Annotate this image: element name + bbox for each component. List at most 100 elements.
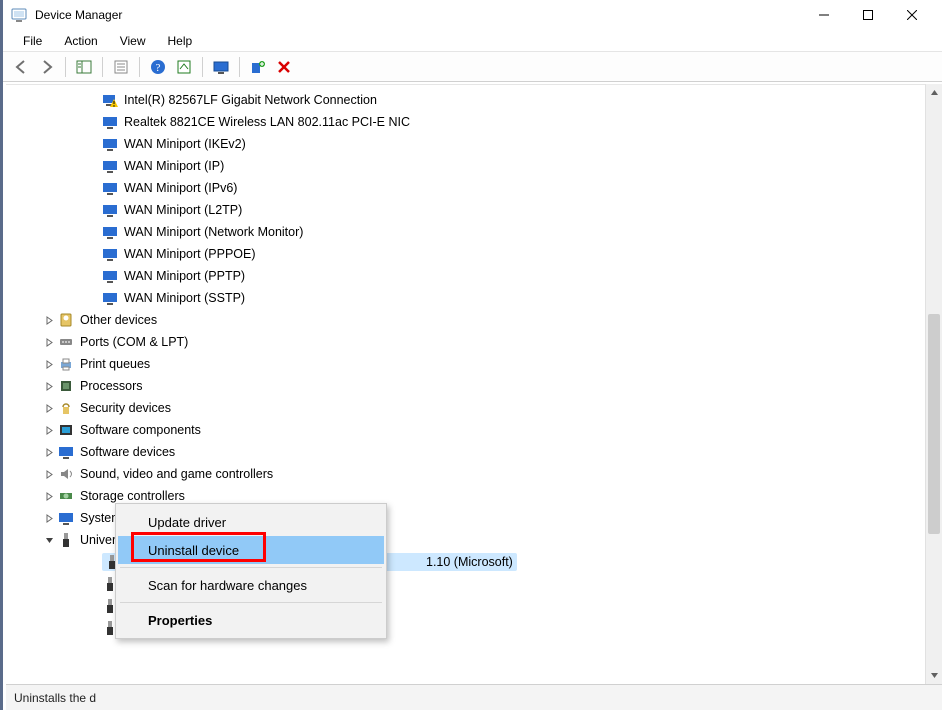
add-legacy-hardware-button[interactable] [246,55,270,79]
status-text: Uninstalls the d [14,691,96,705]
tree-item[interactable]: WAN Miniport (PPPOE) [6,243,942,265]
scrollbar-thumb[interactable] [928,314,940,534]
menu-action[interactable]: Action [54,32,107,50]
collapse-icon[interactable] [42,533,56,547]
tree-item-label: WAN Miniport (IPv6) [124,181,237,195]
network-adapter-icon [102,202,118,218]
tree-category-processors[interactable]: Processors [6,375,942,397]
network-adapter-icon [102,158,118,174]
network-adapter-icon [102,246,118,262]
tree-category-print-queues[interactable]: Print queues [6,353,942,375]
update-driver-button[interactable] [172,55,196,79]
network-adapter-icon [102,224,118,240]
tree-item-label: WAN Miniport (PPTP) [124,269,245,283]
tree-item-label-suffix: 1.10 (Microsoft) [426,555,513,569]
properties-button[interactable] [109,55,133,79]
tree-item-label: WAN Miniport (SSTP) [124,291,245,305]
network-adapter-icon [102,180,118,196]
vertical-scrollbar[interactable] [925,84,942,684]
expand-icon[interactable] [42,401,56,415]
back-button[interactable] [9,55,33,79]
tree-item[interactable]: WAN Miniport (IP) [6,155,942,177]
menu-bar: File Action View Help [3,30,942,52]
scroll-down-icon[interactable] [926,667,942,684]
processor-icon [58,378,74,394]
ports-icon [58,334,74,350]
speaker-icon [58,466,74,482]
toolbar-separator [102,57,103,77]
scroll-up-icon[interactable] [926,84,942,101]
tree-category-security-devices[interactable]: Security devices [6,397,942,419]
tree-item[interactable]: WAN Miniport (Network Monitor) [6,221,942,243]
other-devices-icon [58,312,74,328]
software-device-icon [58,444,74,460]
tree-category-label: Print queues [80,357,150,371]
toolbar-separator [65,57,66,77]
network-adapter-warning-icon [102,92,118,108]
status-bar: Uninstalls the d [6,684,942,710]
tree-category-ports[interactable]: Ports (COM & LPT) [6,331,942,353]
system-device-icon [58,510,74,526]
network-adapter-icon [102,268,118,284]
tree-item[interactable]: Intel(R) 82567LF Gigabit Network Connect… [6,89,942,111]
tree-item[interactable]: WAN Miniport (IPv6) [6,177,942,199]
tree-item-label: WAN Miniport (IKEv2) [124,137,246,151]
context-properties[interactable]: Properties [118,606,384,634]
tree-category-label: Security devices [80,401,171,415]
tree-category-label: Storage controllers [80,489,185,503]
storage-icon [58,488,74,504]
network-adapter-icon [102,290,118,306]
show-hide-console-tree-button[interactable] [72,55,96,79]
tree-item-label: WAN Miniport (Network Monitor) [124,225,303,239]
expand-icon[interactable] [42,489,56,503]
window-title: Device Manager [35,8,122,22]
toolbar-separator [139,57,140,77]
expand-icon[interactable] [42,335,56,349]
security-icon [58,400,74,416]
expand-icon[interactable] [42,357,56,371]
context-separator [120,567,382,568]
toolbar: ? [3,52,942,82]
tree-item[interactable]: WAN Miniport (L2TP) [6,199,942,221]
tree-category-label: Ports (COM & LPT) [80,335,188,349]
help-button[interactable]: ? [146,55,170,79]
tree-category-software-components[interactable]: Software components [6,419,942,441]
tree-item[interactable]: WAN Miniport (IKEv2) [6,133,942,155]
forward-button[interactable] [35,55,59,79]
title-bar: Device Manager [3,0,942,30]
tree-item[interactable]: Realtek 8821CE Wireless LAN 802.11ac PCI… [6,111,942,133]
expand-icon[interactable] [42,445,56,459]
tree-category-label: Processors [80,379,143,393]
expand-icon[interactable] [42,313,56,327]
context-scan-hardware[interactable]: Scan for hardware changes [118,571,384,599]
context-separator [120,602,382,603]
tree-category-other-devices[interactable]: Other devices [6,309,942,331]
context-update-driver[interactable]: Update driver [118,508,384,536]
uninstall-device-button[interactable] [272,55,296,79]
tree-category-label: Software devices [80,445,175,459]
tree-category-label: Sound, video and game controllers [80,467,273,481]
tree-item-label: Realtek 8821CE Wireless LAN 802.11ac PCI… [124,115,410,129]
expand-icon[interactable] [42,467,56,481]
tree-category-sound[interactable]: Sound, video and game controllers [6,463,942,485]
menu-view[interactable]: View [110,32,156,50]
close-button[interactable] [890,0,934,30]
svg-text:?: ? [156,62,161,74]
network-adapter-icon [102,114,118,130]
tree-category-software-devices[interactable]: Software devices [6,441,942,463]
minimize-button[interactable] [802,0,846,30]
tree-item[interactable]: WAN Miniport (SSTP) [6,287,942,309]
maximize-button[interactable] [846,0,890,30]
expand-icon[interactable] [42,423,56,437]
tree-item[interactable]: WAN Miniport (PPTP) [6,265,942,287]
menu-file[interactable]: File [13,32,52,50]
tree-category-label: Other devices [80,313,157,327]
context-uninstall-device[interactable]: Uninstall device [118,536,384,564]
printer-icon [58,356,74,372]
tree-item-label: WAN Miniport (PPPOE) [124,247,256,261]
menu-help[interactable]: Help [158,32,203,50]
scan-hardware-monitor-button[interactable] [209,55,233,79]
expand-icon[interactable] [42,379,56,393]
expand-icon[interactable] [42,511,56,525]
tree-item-label: WAN Miniport (L2TP) [124,203,242,217]
